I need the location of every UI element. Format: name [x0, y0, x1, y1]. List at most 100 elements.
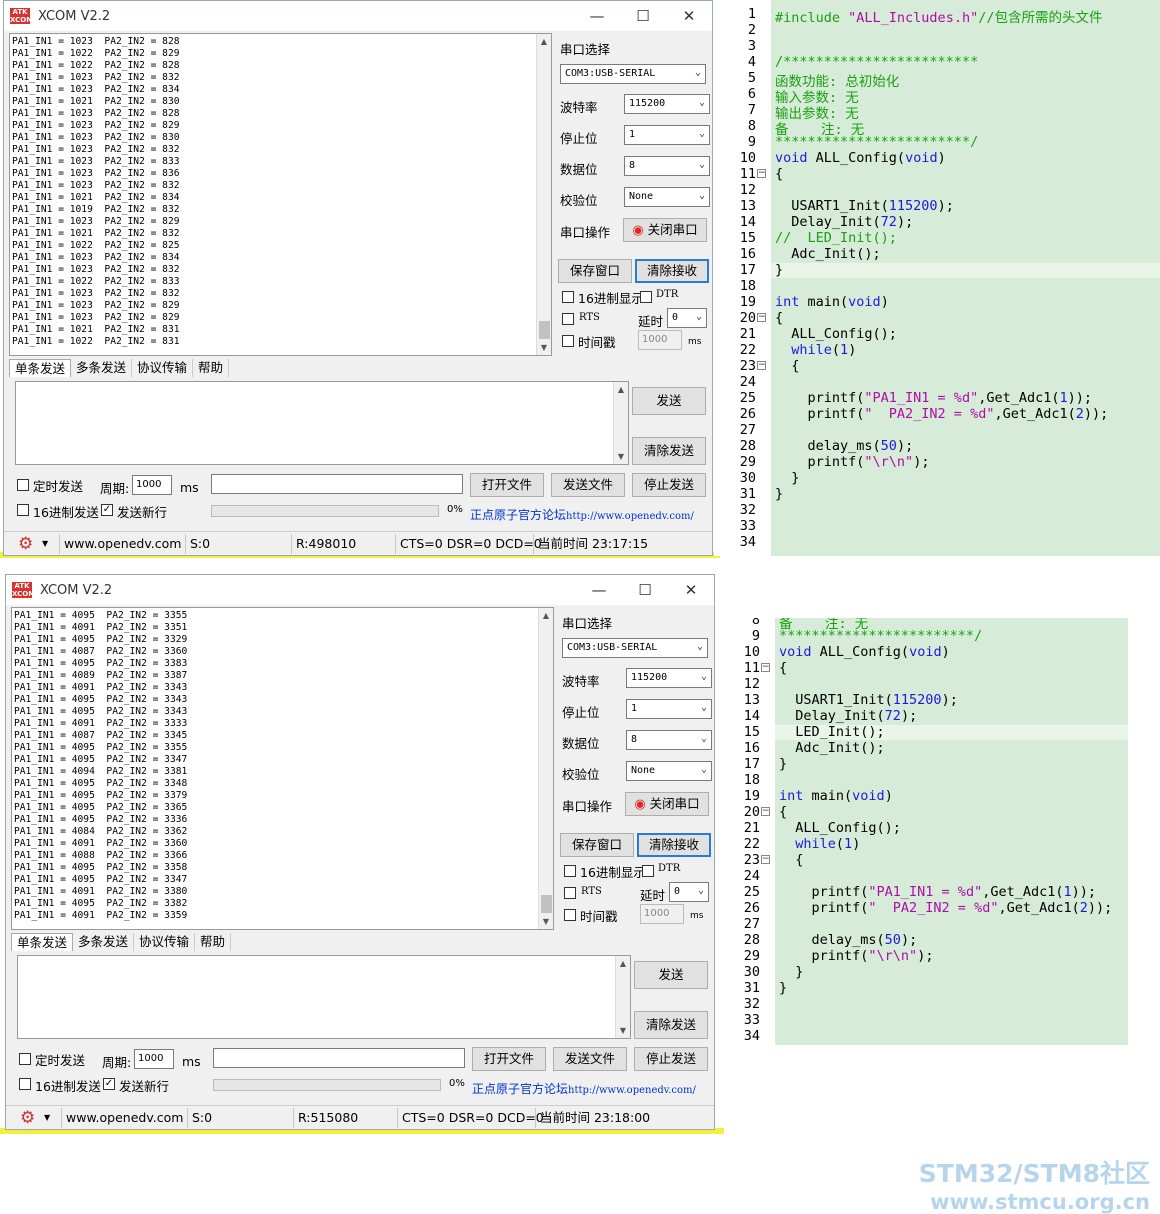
- receive-scrollbar[interactable]: ▲ ▼: [536, 34, 551, 355]
- clear-send-button[interactable]: 清除发送: [634, 1011, 708, 1039]
- scroll-down-icon[interactable]: ▼: [616, 1023, 630, 1038]
- hex-display-checkbox[interactable]: [564, 865, 576, 877]
- port-select[interactable]: COM3:USB-SERIAL ⌄: [560, 64, 706, 84]
- tab-multi-send[interactable]: 多条发送: [71, 359, 133, 377]
- delay-select[interactable]: 0 ⌄: [667, 308, 707, 328]
- period-input[interactable]: 1000: [134, 1049, 174, 1069]
- tab-protocol[interactable]: 协议传输: [134, 933, 196, 951]
- send-newline-checkbox[interactable]: ✓: [103, 1078, 115, 1090]
- send-button[interactable]: 发送: [632, 387, 706, 415]
- stop-send-button[interactable]: 停止发送: [634, 1047, 708, 1071]
- parity-select[interactable]: None ⌄: [624, 187, 710, 207]
- gear-icon[interactable]: ⚙: [18, 534, 38, 554]
- fold-toggle-icon[interactable]: −: [757, 313, 766, 322]
- fold-toggle-icon[interactable]: −: [757, 169, 766, 178]
- maximize-icon[interactable]: ☐: [622, 575, 668, 605]
- stop-send-button[interactable]: 停止发送: [632, 473, 706, 497]
- close-port-button[interactable]: ◉ 关闭串口: [623, 218, 707, 242]
- receive-scrollbar[interactable]: ▲ ▼: [538, 608, 553, 929]
- send-file-button[interactable]: 发送文件: [551, 473, 625, 497]
- save-window-button[interactable]: 保存窗口: [558, 259, 632, 283]
- rts-checkbox[interactable]: [564, 887, 576, 899]
- scroll-thumb[interactable]: [539, 321, 550, 339]
- rts-checkbox[interactable]: [562, 313, 574, 325]
- send-button[interactable]: 发送: [634, 961, 708, 989]
- minimize-icon[interactable]: —: [574, 1, 620, 31]
- forum-link[interactable]: 正点原子官方论坛http://www.openedv.com/: [472, 1080, 696, 1097]
- site-link[interactable]: www.openedv.com: [62, 1107, 188, 1128]
- data-select[interactable]: 8 ⌄: [626, 730, 712, 750]
- code-token: ): [884, 788, 893, 804]
- clear-receive-button[interactable]: 清除接收: [637, 833, 711, 857]
- scroll-up-icon[interactable]: ▲: [614, 382, 628, 397]
- minimize-icon[interactable]: —: [576, 575, 622, 605]
- clear-send-button[interactable]: 清除发送: [632, 437, 706, 465]
- chevron-down-icon[interactable]: ▼: [38, 533, 60, 554]
- tab-single-send[interactable]: 单条发送: [9, 359, 72, 377]
- timestamp-checkbox[interactable]: [564, 909, 576, 921]
- forum-link[interactable]: 正点原子官方论坛http://www.openedv.com/: [470, 506, 694, 523]
- scroll-down-icon[interactable]: ▼: [537, 340, 551, 355]
- line-number: 33: [743, 1012, 760, 1028]
- baud-select[interactable]: 115200 ⌄: [626, 668, 712, 688]
- receive-area[interactable]: PA1_IN1 = 4095 PA2_IN2 = 3355 PA1_IN1 = 4…: [11, 607, 554, 930]
- scroll-up-icon[interactable]: ▲: [539, 608, 553, 623]
- clear-receive-button[interactable]: 清除接收: [635, 259, 709, 283]
- file-path-input[interactable]: [211, 474, 463, 494]
- period-input[interactable]: 1000: [132, 475, 172, 495]
- close-icon[interactable]: ✕: [668, 575, 714, 605]
- code-token: );: [941, 692, 958, 708]
- fold-toggle-icon[interactable]: −: [761, 855, 770, 864]
- receive-line: PA1_IN1 = 4084 PA2_IN2 = 3362: [14, 826, 188, 837]
- timestamp-input[interactable]: 1000: [638, 330, 682, 350]
- port-select[interactable]: COM3:USB-SERIAL ⌄: [562, 638, 708, 658]
- hex-send-checkbox[interactable]: [17, 504, 29, 516]
- tab-help[interactable]: 帮助: [193, 359, 230, 377]
- timestamp-input[interactable]: 1000: [640, 904, 684, 924]
- save-window-button[interactable]: 保存窗口: [560, 833, 634, 857]
- send-scrollbar[interactable]: ▲ ▼: [615, 956, 630, 1038]
- send-textarea[interactable]: ▲ ▼: [17, 955, 631, 1039]
- tab-protocol[interactable]: 协议传输: [132, 359, 194, 377]
- fold-toggle-icon[interactable]: −: [757, 361, 766, 370]
- tab-help[interactable]: 帮助: [195, 933, 232, 951]
- send-scrollbar[interactable]: ▲ ▼: [613, 382, 628, 464]
- send-textarea[interactable]: ▲ ▼: [15, 381, 629, 465]
- parity-select[interactable]: None ⌄: [626, 761, 712, 781]
- tab-single-send[interactable]: 单条发送: [11, 933, 74, 951]
- file-path-input[interactable]: [213, 1048, 465, 1068]
- close-icon[interactable]: ✕: [666, 1, 712, 31]
- delay-select[interactable]: 0 ⌄: [669, 882, 709, 902]
- tab-multi-send[interactable]: 多条发送: [73, 933, 135, 951]
- data-select[interactable]: 8 ⌄: [624, 156, 710, 176]
- open-file-button[interactable]: 打开文件: [472, 1047, 546, 1071]
- timed-send-checkbox[interactable]: [17, 479, 29, 491]
- close-port-button[interactable]: ◉ 关闭串口: [625, 792, 709, 816]
- receive-area[interactable]: PA1_IN1 = 1023 PA2_IN2 = 828 PA1_IN1 = 10…: [9, 33, 552, 356]
- scroll-up-icon[interactable]: ▲: [537, 34, 551, 49]
- maximize-icon[interactable]: ☐: [620, 1, 666, 31]
- fold-toggle-icon[interactable]: −: [761, 807, 770, 816]
- site-link[interactable]: www.openedv.com: [60, 533, 186, 554]
- dtr-checkbox[interactable]: [640, 291, 652, 303]
- baud-select[interactable]: 115200 ⌄: [624, 94, 710, 114]
- hex-display-checkbox[interactable]: [562, 291, 574, 303]
- scroll-down-icon[interactable]: ▼: [539, 914, 553, 929]
- stop-select[interactable]: 1 ⌄: [626, 699, 712, 719]
- stop-select[interactable]: 1 ⌄: [624, 125, 710, 145]
- timestamp-checkbox[interactable]: [562, 335, 574, 347]
- send-newline-checkbox[interactable]: ✓: [101, 504, 113, 516]
- scroll-up-icon[interactable]: ▲: [616, 956, 630, 971]
- hex-send-checkbox[interactable]: [19, 1078, 31, 1090]
- send-file-button[interactable]: 发送文件: [553, 1047, 627, 1071]
- dtr-checkbox[interactable]: [642, 865, 654, 877]
- timed-send-checkbox[interactable]: [19, 1053, 31, 1065]
- receive-line: PA1_IN1 = 1023 PA2_IN2 = 828: [12, 36, 180, 47]
- chevron-down-icon[interactable]: ▼: [40, 1107, 62, 1128]
- open-file-button[interactable]: 打开文件: [470, 473, 544, 497]
- fold-toggle-icon[interactable]: −: [761, 663, 770, 672]
- scroll-thumb[interactable]: [541, 895, 552, 913]
- code-token: );: [937, 198, 954, 214]
- gear-icon[interactable]: ⚙: [20, 1108, 40, 1128]
- scroll-down-icon[interactable]: ▼: [614, 449, 628, 464]
